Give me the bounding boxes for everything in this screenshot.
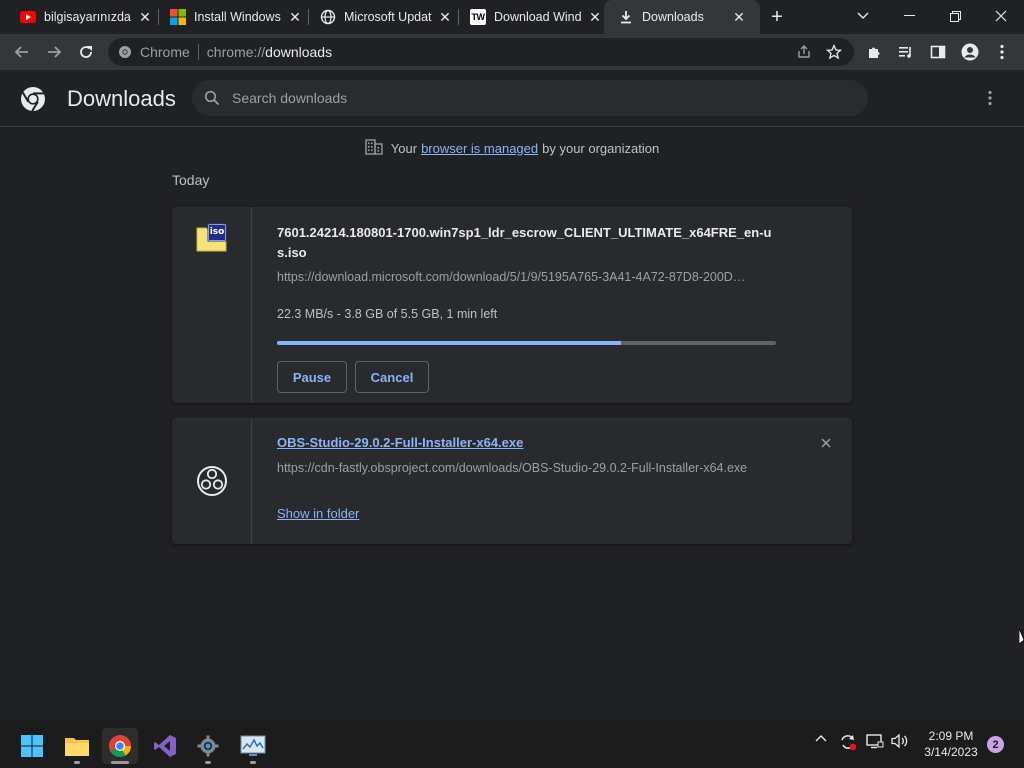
show-hidden-icons-icon[interactable]: [815, 734, 827, 742]
file-name: 7601.24214.180801-1700.win7sp1_ldr_escro…: [277, 225, 772, 260]
site-info[interactable]: Chrome: [118, 44, 190, 60]
address-bar[interactable]: Chrome chrome://downloads: [108, 38, 854, 66]
file-url: https://cdn-fastly.obsproject.com/downlo…: [277, 461, 748, 475]
reload-icon[interactable]: [74, 40, 98, 64]
folder-icon: [65, 738, 89, 756]
download-item-obs: OBS-Studio-29.0.2-Full-Installer-x64.exe…: [172, 418, 852, 544]
file-explorer-app[interactable]: [59, 728, 95, 764]
download-status: 22.3 MB/s - 3.8 GB of 5.5 GB, 1 min left: [277, 307, 498, 321]
back-icon[interactable]: [10, 40, 34, 64]
chrome-icon: [119, 46, 131, 58]
managed-prefix: Your: [390, 140, 418, 156]
close-tab-icon[interactable]: ✕: [586, 8, 604, 26]
pause-button[interactable]: Pause: [277, 361, 347, 393]
chrome-window: bilgisayarınızda ✕ Install Windows ✕ Mic…: [0, 0, 1024, 720]
visual-studio-app[interactable]: [147, 728, 183, 764]
chrome-menu-icon[interactable]: [990, 40, 1014, 64]
download-icon: [618, 9, 634, 25]
notification-badge[interactable]: 2: [987, 736, 1004, 753]
gear-icon: [197, 735, 219, 757]
tab-title: Install Windows: [194, 10, 281, 24]
tab-strip: bilgisayarınızda ✕ Install Windows ✕ Mic…: [0, 0, 1024, 34]
close-window-button[interactable]: [978, 0, 1024, 32]
side-panel-icon[interactable]: [926, 40, 950, 64]
more-actions-icon[interactable]: [980, 88, 1000, 108]
tab-downloads[interactable]: Downloads ✕: [604, 0, 760, 34]
share-icon[interactable]: [796, 44, 812, 63]
download-item-iso: iso 7601.24214.180801-1700.win7sp1_ldr_e…: [172, 207, 852, 403]
tab-youtube[interactable]: bilgisayarınızda ✕: [0, 0, 159, 34]
windows-icon: [21, 735, 43, 757]
file-name-link[interactable]: OBS-Studio-29.0.2-Full-Installer-x64.exe: [277, 435, 523, 450]
download-progress-bar: [277, 341, 776, 345]
globe-icon: [320, 9, 336, 25]
clock-date: 3/14/2023: [924, 745, 978, 759]
iso-file-icon: iso: [196, 223, 228, 258]
restore-button[interactable]: [932, 0, 978, 32]
date-section-label: Today: [172, 172, 210, 188]
clock-time: 2:09 PM: [928, 729, 974, 743]
file-url: https://download.microsoft.com/download/…: [277, 270, 746, 284]
tw-icon: TW: [470, 9, 486, 25]
tab-title: bilgisayarınızda: [44, 10, 131, 24]
show-in-folder-link[interactable]: Show in folder: [277, 506, 359, 521]
url-scheme: chrome://: [206, 44, 266, 60]
minimize-button[interactable]: [886, 0, 932, 32]
search-icon: [204, 90, 220, 106]
tab-install-windows[interactable]: Install Windows ✕: [150, 0, 309, 34]
tab-title: Microsoft Updat: [344, 10, 432, 24]
volume-icon[interactable]: [891, 733, 909, 749]
managed-notice: Your browser is managed by your organiza…: [0, 138, 1024, 158]
profile-avatar-icon[interactable]: [958, 40, 982, 64]
search-input[interactable]: [232, 90, 832, 106]
extensions-icon[interactable]: [862, 40, 886, 64]
managed-suffix: by your organization: [542, 140, 660, 156]
bookmark-star-icon[interactable]: [825, 43, 843, 63]
youtube-icon: [20, 9, 36, 25]
start-button[interactable]: [14, 728, 50, 764]
tab-title: Download Wind: [494, 10, 582, 24]
page-title: Downloads: [67, 86, 176, 111]
downloads-header: Downloads: [0, 70, 1024, 127]
toolbar: Chrome chrome://downloads: [0, 34, 1024, 70]
mouse-cursor-icon: [1018, 627, 1024, 651]
cancel-button[interactable]: Cancel: [355, 361, 429, 393]
new-tab-button[interactable]: +: [766, 6, 788, 28]
chrome-icon: [109, 735, 131, 757]
visual-studio-icon: [154, 735, 176, 757]
taskbar: [0, 720, 1024, 768]
tab-title: Downloads: [642, 10, 704, 24]
chrome-app[interactable]: [102, 728, 138, 764]
site-label: Chrome: [140, 44, 190, 60]
monitor-chart-icon: [240, 735, 266, 756]
network-icon[interactable]: [866, 733, 884, 749]
close-tab-icon[interactable]: ✕: [730, 8, 748, 26]
settings-app[interactable]: [190, 728, 226, 764]
sync-alert-icon[interactable]: [838, 732, 858, 752]
tab-download-windows[interactable]: TW Download Wind ✕: [450, 0, 608, 34]
media-controls-icon[interactable]: [894, 40, 918, 64]
building-icon: [365, 138, 383, 158]
microsoft-icon: [170, 9, 186, 25]
tab-microsoft-update[interactable]: Microsoft Updat ✕: [300, 0, 459, 34]
forward-icon[interactable]: [42, 40, 66, 64]
remove-download-icon[interactable]: [816, 433, 836, 453]
search-box[interactable]: [192, 80, 868, 116]
resource-monitor-app[interactable]: [235, 728, 271, 764]
progress-fill: [277, 341, 622, 345]
system-clock[interactable]: 2:09 PM 3/14/2023: [918, 728, 984, 760]
tab-search-icon[interactable]: [840, 0, 886, 32]
obs-icon: [196, 465, 228, 502]
chrome-logo-icon: [20, 86, 46, 117]
url-path: downloads: [265, 44, 333, 60]
browser-managed-link[interactable]: browser is managed: [421, 141, 538, 156]
